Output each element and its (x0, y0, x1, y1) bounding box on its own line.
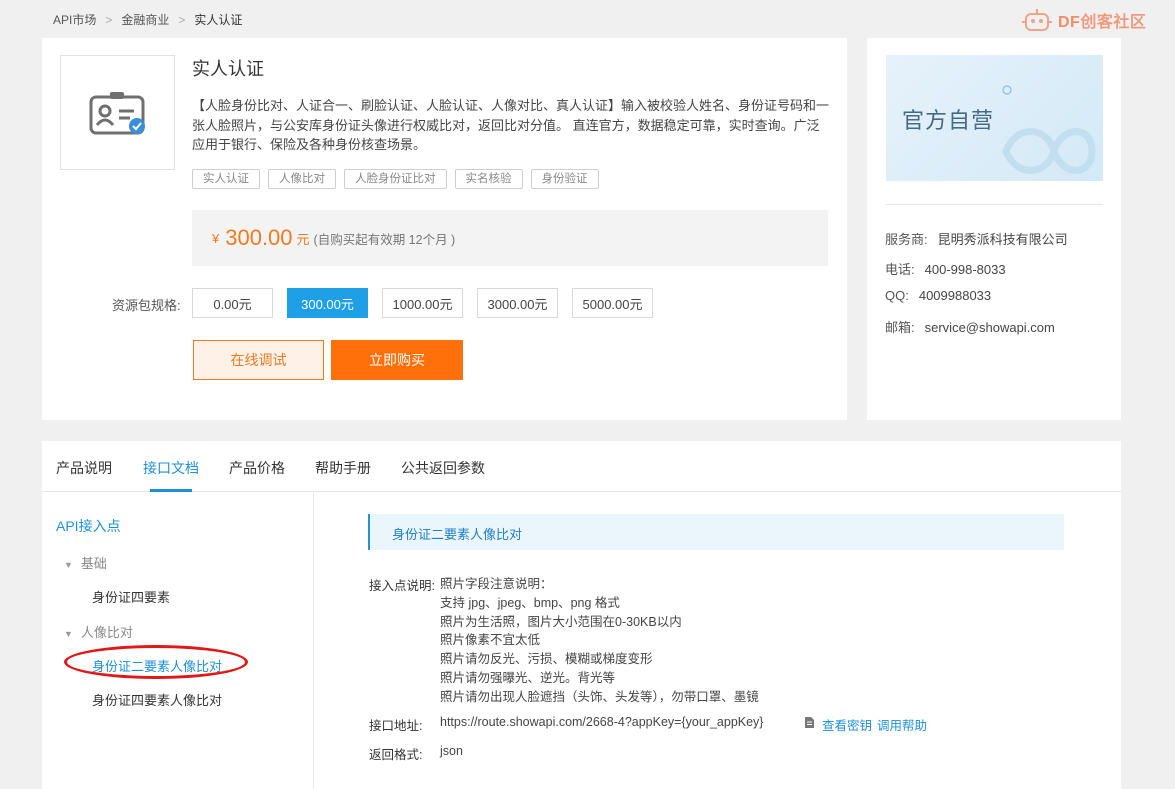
endpoint-url: https://route.showapi.com/2668-4?appKey=… (440, 715, 764, 729)
price-validity-note: (自购买起有效期 12个月 ) (313, 232, 456, 247)
phone-label: 电话: (885, 262, 915, 277)
spec-label: 资源包规格: (112, 298, 181, 313)
nav-group-label: 基础 (80, 556, 107, 571)
tag[interactable]: 身份验证 (530, 169, 599, 189)
product-description: 【人脸身份比对、人证合一、刷脸认证、人脸认证、人像对比、真人认证】输入被校验人姓… (192, 98, 830, 152)
section-header: 身份证二要素人像比对 (368, 514, 1064, 550)
official-banner: 官方自营 (886, 55, 1103, 181)
spec-option-selected[interactable]: 300.00元 (287, 288, 368, 318)
product-card: 实人认证 【人脸身份比对、人证合一、刷脸认证、人脸认证、人像对比、真人认证】输入… (42, 38, 847, 420)
provider-name: 昆明秀派科技有限公司 (937, 232, 1068, 247)
nav-group-face-compare[interactable]: ▼ 人像比对 (64, 622, 133, 641)
nav-heading: API接入点 (56, 518, 121, 534)
spec-option[interactable]: 0.00元 (192, 288, 273, 318)
provider-card: 官方自营 服务商: 昆明秀派科技有限公司 电话: 400-998-8033 QQ: 4… (867, 38, 1121, 420)
watermark-text: 创客社区 (1080, 14, 1147, 31)
tag[interactable]: 实名核验 (454, 169, 523, 189)
product-logo (60, 55, 175, 170)
desc-line: 照片为生活照，图片大小范围在0-30KB以内 (440, 614, 682, 629)
breadcrumb-separator: > (178, 12, 186, 27)
docs-card: 产品说明 接口文档 产品价格 帮助手册 公共返回参数 API接入点 ▼ 基础 身份… (42, 441, 1121, 789)
breadcrumb-finance[interactable]: 金融商业 (121, 11, 169, 28)
phone-row: 电话: 400-998-8033 (885, 259, 1006, 278)
tab-bar: 产品说明 接口文档 产品价格 帮助手册 公共返回参数 (42, 441, 1121, 492)
provider-label: 服务商: (885, 232, 928, 247)
qq-row: QQ: 4009988033 (885, 288, 991, 303)
section-title: 身份证二要素人像比对 (392, 527, 523, 542)
spec-option[interactable]: 1000.00元 (382, 288, 463, 318)
tab-help-manual[interactable]: 帮助手册 (315, 458, 371, 478)
id-card-icon (89, 91, 145, 134)
spec-option[interactable]: 3000.00元 (477, 288, 558, 318)
tag-list: 实人认证 人像比对 人脸身份证比对 实名核验 身份验证 (192, 169, 599, 189)
product-title: 实人认证 (192, 59, 264, 79)
provider-row: 服务商: 昆明秀派科技有限公司 (885, 229, 1068, 248)
tag[interactable]: 实人认证 (192, 169, 260, 189)
qq-value: 4009988033 (918, 288, 992, 303)
desc-line: 照片请勿出现人脸遮挡（头饰、头发等），勿带口罩、墨镜 (440, 689, 759, 704)
email-row: 邮箱: service@showapi.com (885, 317, 1055, 336)
phone-value: 400-998-8033 (924, 262, 1006, 277)
price-unit: 元 (296, 231, 310, 247)
divider (886, 204, 1103, 205)
qq-label: QQ: (885, 288, 909, 303)
tag[interactable]: 人像比对 (268, 169, 336, 189)
tab-api-docs[interactable]: 接口文档 (143, 458, 199, 478)
banner-text: 官方自营 (902, 108, 995, 133)
endpoint-url-label: 接口地址: (369, 719, 423, 733)
tag[interactable]: 人脸身份证比对 (344, 169, 447, 189)
tab-product-price[interactable]: 产品价格 (229, 458, 285, 478)
caret-down-icon: ▼ (64, 560, 73, 570)
nav-group-basic[interactable]: ▼ 基础 (64, 553, 107, 572)
desc-line: 照片字段注意说明： (440, 577, 553, 591)
api-endpoint-nav: API接入点 ▼ 基础 身份证四要素 ▼ 人像比对 身份证二要素人像比对 身份证四要… (42, 493, 314, 789)
nav-item-id-four-elements[interactable]: 身份证四要素 (92, 587, 170, 606)
nav-group-label: 人像比对 (80, 625, 133, 640)
currency-symbol: ¥ (212, 230, 220, 246)
spec-option[interactable]: 5000.00元 (572, 288, 653, 318)
active-tab-underline (150, 489, 192, 492)
spec-options: 0.00元 300.00元 1000.00元 3000.00元 5000.00元 (192, 288, 653, 318)
breadcrumb: API市场 > 金融商业 > 实人认证 (53, 11, 242, 28)
email-label: 邮箱: (885, 320, 915, 335)
breadcrumb-current: 实人认证 (194, 13, 243, 27)
price-value: 300.00 (225, 225, 293, 250)
online-debug-button[interactable]: 在线调试 (193, 340, 324, 380)
nav-item-id-four-elements-face[interactable]: 身份证四要素人像比对 (92, 690, 222, 709)
breadcrumb-api-market[interactable]: API市场 (53, 11, 96, 28)
robot-logo-icon (1022, 9, 1052, 31)
call-help-link[interactable]: 调用帮助 (877, 715, 927, 734)
view-key-link[interactable]: 查看密钥 (822, 715, 872, 734)
return-format-label: 返回格式: (369, 748, 423, 762)
email-value: service@showapi.com (924, 320, 1055, 335)
price-box: ¥ 300.00 元 (自购买起有效期 12个月 ) (192, 210, 828, 266)
desc-line: 照片请勿强曝光、逆光。背光等 (440, 670, 616, 685)
document-icon (805, 717, 814, 728)
buy-now-button[interactable]: 立即购买 (331, 340, 463, 380)
watermark-df: DF (1058, 14, 1081, 31)
endpoint-desc: 照片字段注意说明： 支持 jpg、jpeg、bmp、png 格式 照片为生活照，… (440, 575, 759, 707)
tab-common-return-params[interactable]: 公共返回参数 (401, 458, 485, 478)
desc-line: 照片请勿反光、污损、模糊或梯度变形 (440, 652, 653, 667)
caret-down-icon: ▼ (64, 629, 73, 639)
desc-line: 支持 jpg、jpeg、bmp、png 格式 (440, 595, 620, 610)
return-format: json (440, 744, 463, 758)
tab-product-description[interactable]: 产品说明 (56, 458, 112, 478)
red-highlight-oval (64, 645, 248, 679)
desc-line: 照片像素不宜太低 (440, 633, 541, 648)
endpoint-desc-label: 接入点说明: (369, 579, 435, 593)
breadcrumb-separator: > (105, 12, 113, 27)
watermark: DF创客社区 (1018, 6, 1146, 34)
